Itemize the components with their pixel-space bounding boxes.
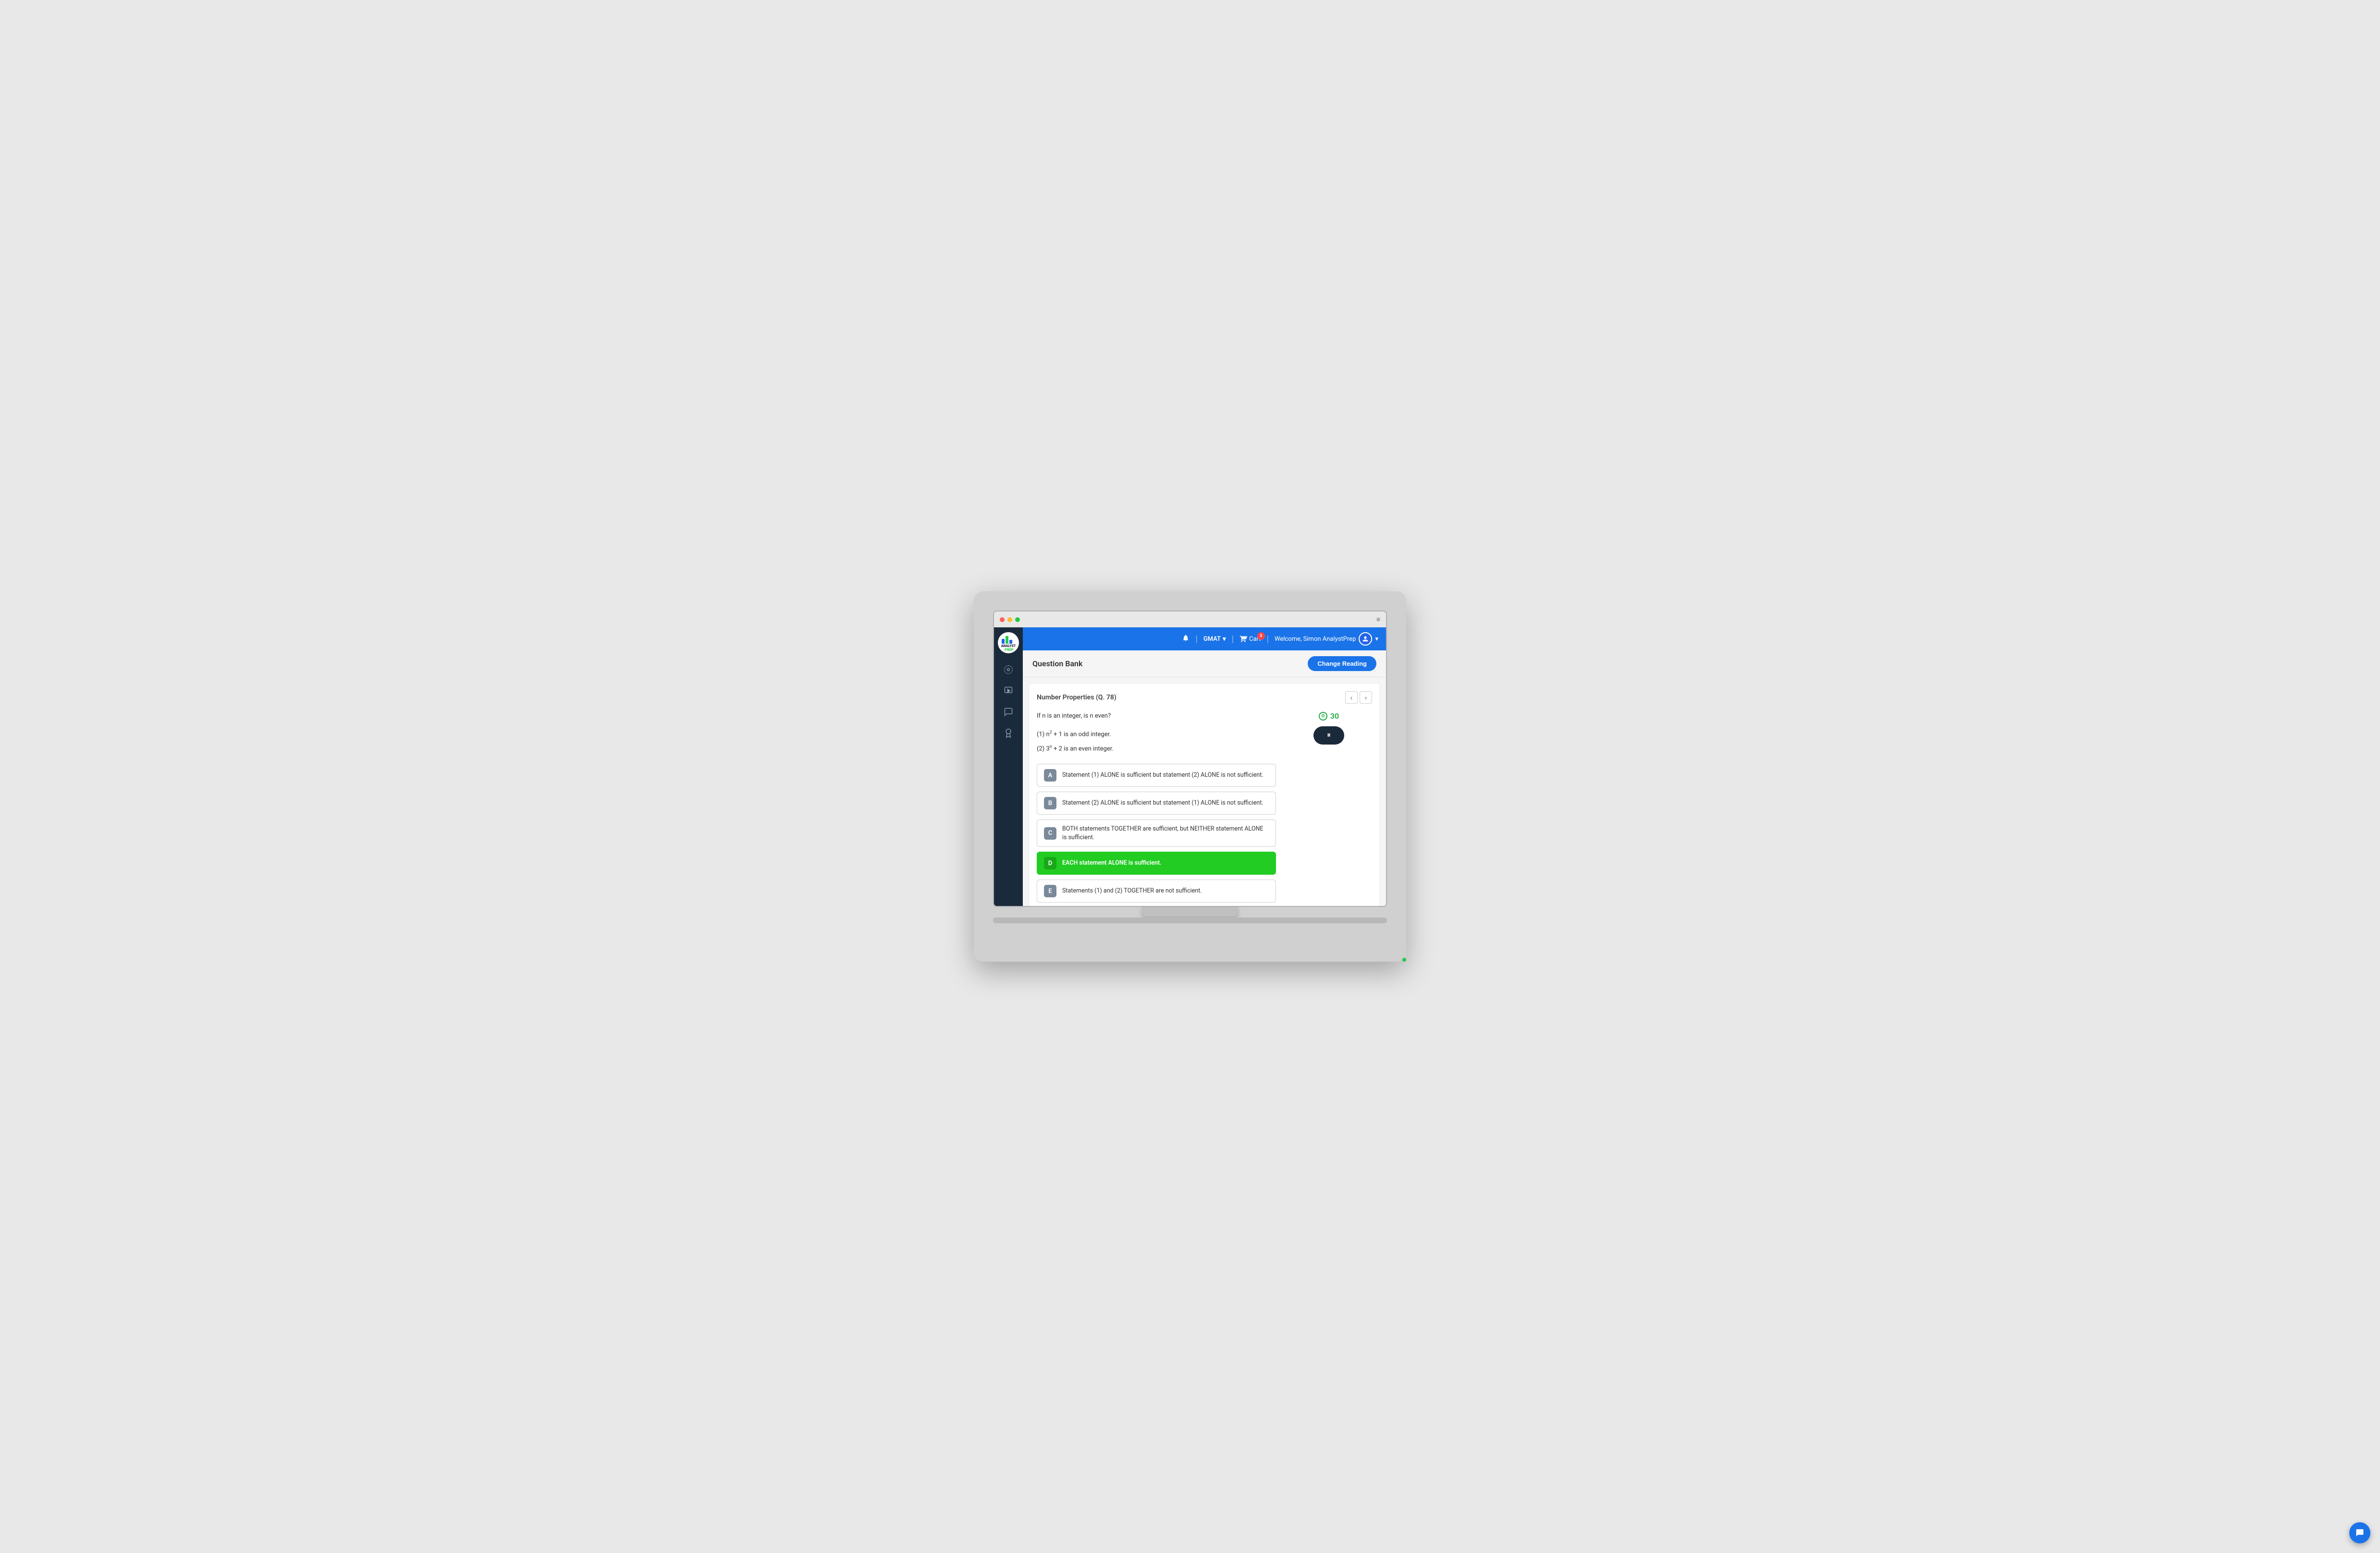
sidebar-item-chat[interactable] — [999, 702, 1018, 721]
sidebar: ANALYST-PREP — [994, 627, 1023, 906]
pause-button[interactable]: ⏸ — [1313, 726, 1344, 745]
welcome-text: Welcome, Simon AnalystPrep — [1275, 636, 1356, 643]
title-bar: ≡ — [994, 611, 1386, 627]
option-b-label: B — [1044, 797, 1056, 809]
statement-1: (1) n2 + 1 is an odd integer. — [1037, 729, 1276, 740]
welcome-section[interactable]: Welcome, Simon AnalystPrep ▾ — [1275, 632, 1378, 646]
option-d-label: D — [1044, 857, 1056, 869]
question-header: Number Properties (Q. 78) ‹ › — [1037, 691, 1372, 704]
option-b-text: Statement (2) ALONE is sufficient but st… — [1062, 799, 1264, 807]
content-area: Question Bank Change Reading Number Prop… — [1023, 650, 1386, 906]
dot-red — [1000, 617, 1005, 622]
option-d-text: EACH statement ALONE is sufficient. — [1062, 859, 1162, 868]
question-right-panel: ⏱ 30 ⏸ — [1286, 711, 1372, 903]
user-avatar — [1359, 632, 1372, 646]
sidebar-item-play[interactable] — [999, 681, 1018, 700]
question-category: Number Properties (Q. 78) — [1037, 694, 1116, 701]
option-c[interactable]: C BOTH statements TOGETHER are sufficien… — [1037, 819, 1276, 847]
laptop-stand — [1142, 907, 1238, 917]
gmat-dropdown[interactable]: GMAT ▾ — [1203, 636, 1226, 643]
nav-separator-3: | — [1267, 634, 1269, 644]
option-e[interactable]: E Statements (1) and (2) TOGETHER are no… — [1037, 880, 1276, 903]
top-nav: | GMAT ▾ | Cart 3 | Welc — [1023, 627, 1386, 650]
chat-button[interactable] — [2349, 1522, 2370, 1543]
sidebar-logo[interactable]: ANALYST-PREP — [998, 632, 1019, 653]
sidebar-item-brain[interactable] — [999, 660, 1018, 679]
laptop-base — [993, 917, 1387, 923]
option-d[interactable]: D EACH statement ALONE is sufficient. — [1037, 852, 1276, 875]
option-e-text: Statements (1) and (2) TOGETHER are not … — [1062, 887, 1202, 895]
change-reading-button[interactable]: Change Reading — [1308, 656, 1376, 671]
timer-display: ⏱ 30 — [1319, 711, 1339, 721]
question-nav-arrows: ‹ › — [1345, 691, 1372, 704]
dot-yellow — [1007, 617, 1012, 622]
bell-icon[interactable] — [1182, 634, 1190, 644]
question-text: If n is an integer, is n even? — [1037, 711, 1276, 721]
pause-icon: ⏸ — [1327, 731, 1331, 740]
main-area: | GMAT ▾ | Cart 3 | Welc — [1023, 627, 1386, 906]
option-c-label: C — [1044, 827, 1056, 840]
options-list: A Statement (1) ALONE is sufficient but … — [1037, 764, 1276, 903]
sidebar-item-award[interactable] — [999, 723, 1018, 743]
option-c-text: BOTH statements TOGETHER are sufficient,… — [1062, 825, 1269, 842]
nav-separator-1: | — [1195, 634, 1197, 644]
timer-value: 30 — [1330, 711, 1339, 721]
next-question-button[interactable]: › — [1360, 691, 1372, 704]
nav-separator-2: | — [1232, 634, 1234, 644]
page-title: Question Bank — [1032, 659, 1082, 668]
menu-icon[interactable]: ≡ — [1376, 615, 1380, 624]
timer-icon: ⏱ — [1319, 712, 1327, 721]
question-body: If n is an integer, is n even? (1) n2 + … — [1037, 711, 1372, 903]
option-e-label: E — [1044, 885, 1056, 897]
option-a-text: Statement (1) ALONE is sufficient but st… — [1062, 771, 1264, 780]
welcome-chevron: ▾ — [1375, 636, 1378, 643]
statement-2: (2) 3n + 2 is an even integer. — [1037, 744, 1276, 754]
question-container: Number Properties (Q. 78) ‹ › If n is an… — [1029, 683, 1380, 906]
question-left-panel: If n is an integer, is n even? (1) n2 + … — [1037, 711, 1276, 903]
dot-green — [1015, 617, 1020, 622]
prev-question-button[interactable]: ‹ — [1345, 691, 1358, 704]
cart-button[interactable]: Cart 3 — [1239, 635, 1261, 643]
option-b[interactable]: B Statement (2) ALONE is sufficient but … — [1037, 792, 1276, 815]
question-bank-header: Question Bank Change Reading — [1023, 650, 1386, 677]
option-a[interactable]: A Statement (1) ALONE is sufficient but … — [1037, 764, 1276, 787]
cart-count: 3 — [1257, 632, 1265, 640]
option-a-label: A — [1044, 769, 1056, 782]
